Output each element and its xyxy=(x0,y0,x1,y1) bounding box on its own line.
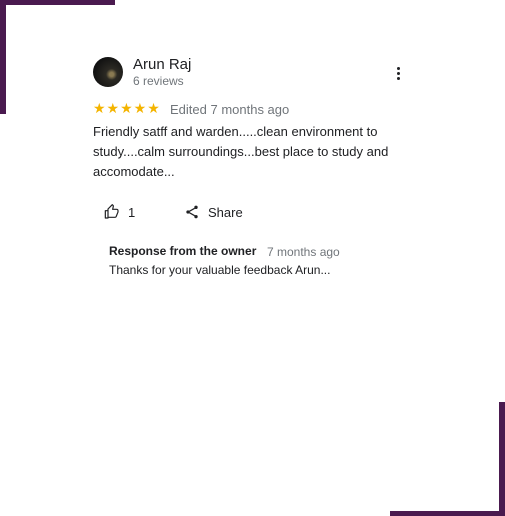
share-button[interactable]: Share xyxy=(184,202,243,222)
owner-response-text: Thanks for your valuable feedback Arun..… xyxy=(109,263,331,277)
avatar[interactable] xyxy=(93,57,123,87)
decorative-frame-top-left-vertical xyxy=(0,0,6,114)
edited-timestamp: Edited 7 months ago xyxy=(170,102,290,117)
review-text: Friendly satff and warden.....clean envi… xyxy=(93,124,389,179)
decorative-frame-bottom-right-vertical xyxy=(499,402,505,516)
decorative-frame-bottom-right-horizontal xyxy=(390,511,505,516)
owner-response-time: 7 months ago xyxy=(267,245,340,259)
thumbs-up-icon xyxy=(104,204,119,219)
share-icon xyxy=(186,205,198,219)
owner-response-title: Response from the owner xyxy=(109,244,257,258)
share-label: Share xyxy=(208,204,243,220)
star-rating: ★★★★★ xyxy=(93,100,161,116)
author-name[interactable]: Arun Raj xyxy=(133,56,191,73)
author-review-count: 6 reviews xyxy=(133,74,184,88)
decorative-frame-top-left-horizontal xyxy=(0,0,115,5)
like-button[interactable]: 1 xyxy=(104,202,135,222)
like-count: 1 xyxy=(128,204,136,220)
more-options-icon[interactable] xyxy=(395,66,403,82)
